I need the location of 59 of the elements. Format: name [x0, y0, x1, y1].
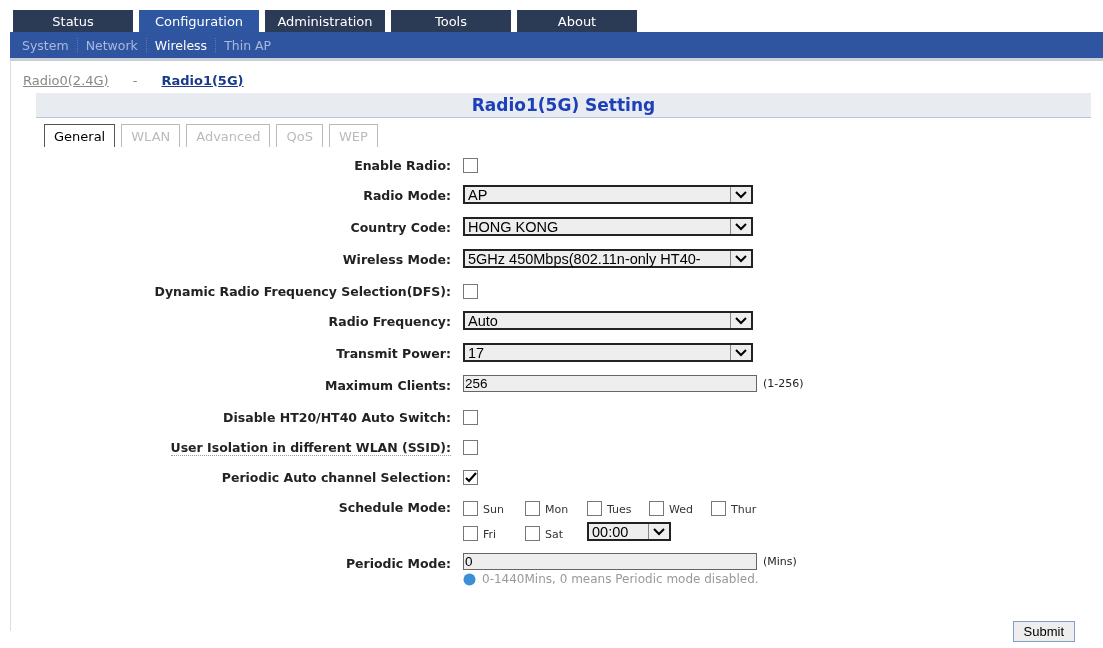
subnav-link[interactable]: Thin AP: [215, 37, 280, 53]
field-label: Radio Mode:: [363, 187, 451, 203]
field-label: Radio Frequency:: [328, 313, 451, 329]
checkbox[interactable]: [463, 525, 478, 541]
field-label: Enable Radio:: [354, 157, 451, 173]
nav-tab[interactable]: Tools: [391, 10, 511, 32]
select-field[interactable]: Auto: [463, 311, 753, 330]
subnav-link[interactable]: Wireless: [145, 37, 216, 53]
select-field[interactable]: HONG KONG: [463, 217, 753, 236]
day-label: Sun: [483, 502, 504, 516]
subnav-link[interactable]: System: [14, 37, 77, 53]
checkbox[interactable]: [525, 500, 540, 516]
field-label: Wireless Mode:: [342, 251, 451, 267]
field-label: Transmit Power:: [336, 345, 451, 361]
select-field[interactable]: 5GHz 450Mbps(802.11n-only HT40-: [463, 249, 753, 268]
checkbox[interactable]: [463, 500, 478, 516]
day-label: Mon: [545, 502, 569, 516]
time-select[interactable]: 00:00: [587, 522, 671, 541]
day-label: Tues: [607, 502, 632, 516]
select-field[interactable]: 17: [463, 343, 753, 362]
checkbox[interactable]: [649, 500, 664, 516]
hint-text: 0-1440Mins, 0 means Periodic mode disabled.: [482, 572, 759, 586]
radio-link[interactable]: Radio1(5G): [161, 72, 244, 88]
field-label: User Isolation in different WLAN (SSID):: [170, 437, 451, 456]
section-tab[interactable]: General: [44, 124, 116, 147]
select-field[interactable]: AP: [463, 185, 753, 204]
field-label: Periodic Auto channel Selection:: [221, 469, 451, 485]
field-label: Dynamic Radio Frequency Selection(DFS):: [154, 283, 451, 299]
radio-link[interactable]: Radio0(2.4G): [23, 72, 109, 88]
field-label: Maximum Clients:: [324, 377, 451, 393]
nav-tab[interactable]: Status: [13, 10, 133, 32]
field-label: Disable HT20/HT40 Auto Switch:: [223, 409, 451, 425]
checkbox[interactable]: [463, 410, 478, 425]
separator-text: -: [132, 72, 138, 88]
checkbox[interactable]: [587, 500, 602, 516]
checkbox[interactable]: [463, 440, 478, 455]
page-heading: Radio1(5G) Setting: [36, 93, 1091, 118]
help-icon: [463, 572, 476, 586]
unit-label: (Mins): [763, 555, 797, 568]
field-label: Schedule Mode:: [338, 499, 451, 515]
unit-label: (1-256): [763, 377, 804, 390]
day-label: Sat: [545, 527, 564, 541]
day-label: Thur: [731, 502, 757, 516]
checkbox[interactable]: [463, 158, 478, 173]
day-label: Wed: [669, 502, 693, 516]
submit-button[interactable]: Submit: [1012, 621, 1075, 642]
nav-tab[interactable]: Configuration: [139, 10, 259, 32]
checkbox[interactable]: [463, 284, 478, 299]
field-label: Periodic Mode:: [345, 555, 451, 571]
checkbox[interactable]: [463, 470, 478, 485]
day-label: Fri: [483, 527, 497, 541]
nav-tab[interactable]: About: [517, 10, 637, 32]
nav-tab[interactable]: Administration: [265, 10, 385, 32]
subnav-link[interactable]: Network: [76, 37, 146, 53]
checkbox[interactable]: [525, 525, 540, 541]
checkbox[interactable]: [711, 500, 726, 516]
field-label: Country Code:: [350, 219, 451, 235]
input-field[interactable]: 0: [463, 553, 757, 570]
input-field[interactable]: 256: [463, 375, 757, 392]
